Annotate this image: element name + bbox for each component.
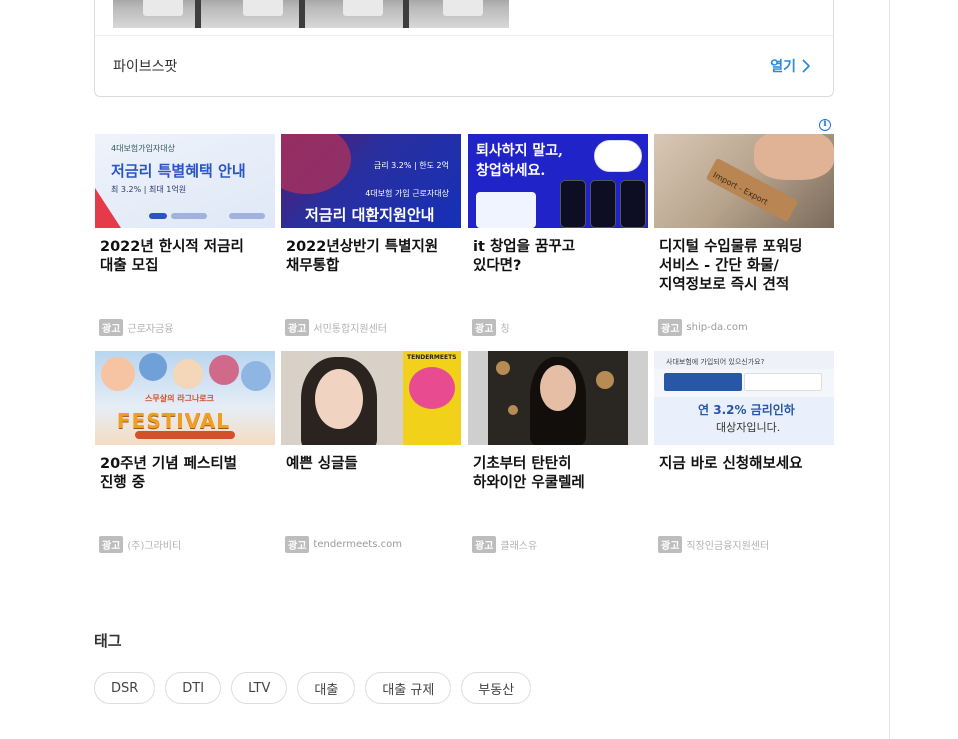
ad-image[interactable]: 퇴사하지 말고, 창업하세요. (상) xyxy=(468,134,648,228)
ad-image-text: 저금리 특별혜택 안내 xyxy=(111,162,246,180)
ad-image[interactable]: 사대보험에 가입되어 있으신가요? 연 3.2% 금리인하 대상자입니다. xyxy=(654,351,834,445)
link-preview-card[interactable]: 파이브스팟 열기 xyxy=(94,0,834,97)
ad-item[interactable]: 금리 3.2% | 한도 2억 4대보험 가입 근로자대상 저금리 대환지원안내… xyxy=(281,134,461,344)
ad-image-text: 저금리 대환지원안내 xyxy=(305,206,435,224)
link-source-name: 파이브스팟 xyxy=(113,59,178,75)
ad-image-text: 창업하세요. xyxy=(476,163,546,179)
ad-title[interactable]: 지금 바로 신청해보세요 xyxy=(659,455,829,474)
ad-meta: 광고 (주)그라비티 xyxy=(99,536,181,553)
ad-badge: 광고 xyxy=(658,536,683,553)
ad-item[interactable]: 퇴사하지 말고, 창업하세요. (상) it 창업을 꿈꾸고 있다면? 광고 칭 xyxy=(468,134,648,344)
ad-image[interactable]: 스무살의 라그나로크 FESTIVAL xyxy=(95,351,275,445)
ad-meta: 광고 칭 xyxy=(472,319,510,336)
ad-image[interactable]: TENDERMEETS xyxy=(281,351,461,445)
ad-image-text: 사대보험에 가입되어 있으신가요? xyxy=(666,358,765,366)
ad-title[interactable]: 20주년 기념 페스티벌 진행 중 xyxy=(100,455,270,493)
tag-chip[interactable]: 대출 xyxy=(297,672,356,704)
ad-image-text: 대상자입니다. xyxy=(716,421,781,434)
ad-badge: 광고 xyxy=(285,319,310,336)
ad-badge: 광고 xyxy=(472,536,497,553)
ad-item[interactable]: 사대보험에 가입되어 있으신가요? 연 3.2% 금리인하 대상자입니다. 지금… xyxy=(654,351,834,561)
ad-image-text: 4대보험 가입 근로자대상 xyxy=(365,189,449,198)
ad-advertiser: ship-da.com xyxy=(686,322,748,333)
ad-item[interactable]: 기초부터 탄탄히 하와이안 우쿨렐레 광고 클래스유 xyxy=(468,351,648,561)
ad-title[interactable]: 2022년 한시적 저금리 대출 모집 xyxy=(100,238,270,276)
ad-meta: 광고 서민통합지원센터 xyxy=(285,319,387,336)
ad-badge: 광고 xyxy=(99,319,124,336)
ad-image[interactable]: 4대보험가입자대상 저금리 특별혜택 안내 최 3.2% | 최대 1억원 xyxy=(95,134,275,228)
ad-advertiser: 근로자금융 xyxy=(127,324,174,335)
link-preview-thumbnail xyxy=(113,0,509,28)
ad-image-text: TENDERMEETS xyxy=(407,354,457,361)
ad-image-text: 최 3.2% | 최대 1억원 xyxy=(111,185,187,194)
ad-item[interactable]: 4대보험가입자대상 저금리 특별혜택 안내 최 3.2% | 최대 1억원 20… xyxy=(95,134,275,344)
ad-item[interactable]: 스무살의 라그나로크 FESTIVAL 20주년 기념 페스티벌 진행 중 광고… xyxy=(95,351,275,561)
page: 파이브스팟 열기 i 4대보험가입자대상 저금리 특별혜택 안내 최 3.2% … xyxy=(0,0,958,739)
column-divider xyxy=(889,0,890,739)
ad-image[interactable]: 금리 3.2% | 한도 2억 4대보험 가입 근로자대상 저금리 대환지원안내 xyxy=(281,134,461,228)
tag-chip[interactable]: 부동산 xyxy=(461,672,532,704)
tag-chip[interactable]: DTI xyxy=(165,672,222,704)
ad-image[interactable]: Import - Export xyxy=(654,134,834,228)
ad-image-text: 퇴사하지 말고, xyxy=(476,143,564,159)
ad-badge: 광고 xyxy=(285,536,310,553)
ad-image-text: 연 3.2% 금리인하 xyxy=(698,403,795,417)
tag-chip[interactable]: DSR xyxy=(94,672,156,704)
ad-item[interactable]: Import - Export 디지털 수입물류 포워딩 서비스 - 간단 화물… xyxy=(654,134,834,344)
ad-advertiser: (주)그라비티 xyxy=(127,541,182,552)
ad-item[interactable]: TENDERMEETS 예쁜 싱글들 광고 tendermeets.com xyxy=(281,351,461,561)
ad-title[interactable]: it 창업을 꿈꾸고 있다면? xyxy=(473,238,643,276)
tag-chip[interactable]: 대출 규제 xyxy=(365,672,452,704)
ad-title[interactable]: 디지털 수입물류 포워딩 서비스 - 간단 화물/ 지역정보로 즉시 견적 xyxy=(659,238,829,295)
ad-image-text: 금리 3.2% | 한도 2억 xyxy=(373,161,449,170)
chevron-right-icon xyxy=(802,59,810,73)
ad-image-text: 스무살의 라그나로크 xyxy=(145,394,215,403)
ad-meta: 광고 근로자금융 xyxy=(99,319,173,336)
ad-advertiser: 직장인금융지원센터 xyxy=(686,541,770,552)
open-link-button[interactable]: 열기 xyxy=(770,56,811,76)
ad-advertiser: tendermeets.com xyxy=(313,539,402,550)
ad-advertiser: 서민통합지원센터 xyxy=(313,324,388,335)
ad-badge: 광고 xyxy=(472,319,497,336)
ad-meta: 광고 클래스유 xyxy=(472,536,537,553)
open-link-label: 열기 xyxy=(770,59,796,75)
ad-image[interactable] xyxy=(468,351,648,445)
ad-advertiser: 칭 xyxy=(500,324,510,335)
ad-badge: 광고 xyxy=(658,319,683,336)
ad-advertiser: 클래스유 xyxy=(500,541,538,552)
ad-title[interactable]: 기초부터 탄탄히 하와이안 우쿨렐레 xyxy=(473,455,643,493)
tags-heading: 태그 xyxy=(94,632,122,650)
ad-meta: 광고 직장인금융지원센터 xyxy=(658,536,769,553)
tag-list: DSR DTI LTV 대출 대출 규제 부동산 xyxy=(94,672,532,704)
ad-meta: 광고 ship-da.com xyxy=(658,319,748,336)
tag-chip[interactable]: LTV xyxy=(231,672,288,704)
info-icon[interactable]: i xyxy=(819,119,831,131)
ad-image-text: (상) xyxy=(594,140,642,172)
ad-title[interactable]: 2022년상반기 특별지원 채무통합 xyxy=(286,238,456,276)
card-divider xyxy=(95,35,833,36)
ad-title[interactable]: 예쁜 싱글들 xyxy=(286,455,456,474)
ad-meta: 광고 tendermeets.com xyxy=(285,536,402,553)
ad-badge: 광고 xyxy=(99,536,124,553)
ad-image-text: 4대보험가입자대상 xyxy=(111,144,175,153)
ad-image-text: FESTIVAL xyxy=(117,409,231,433)
